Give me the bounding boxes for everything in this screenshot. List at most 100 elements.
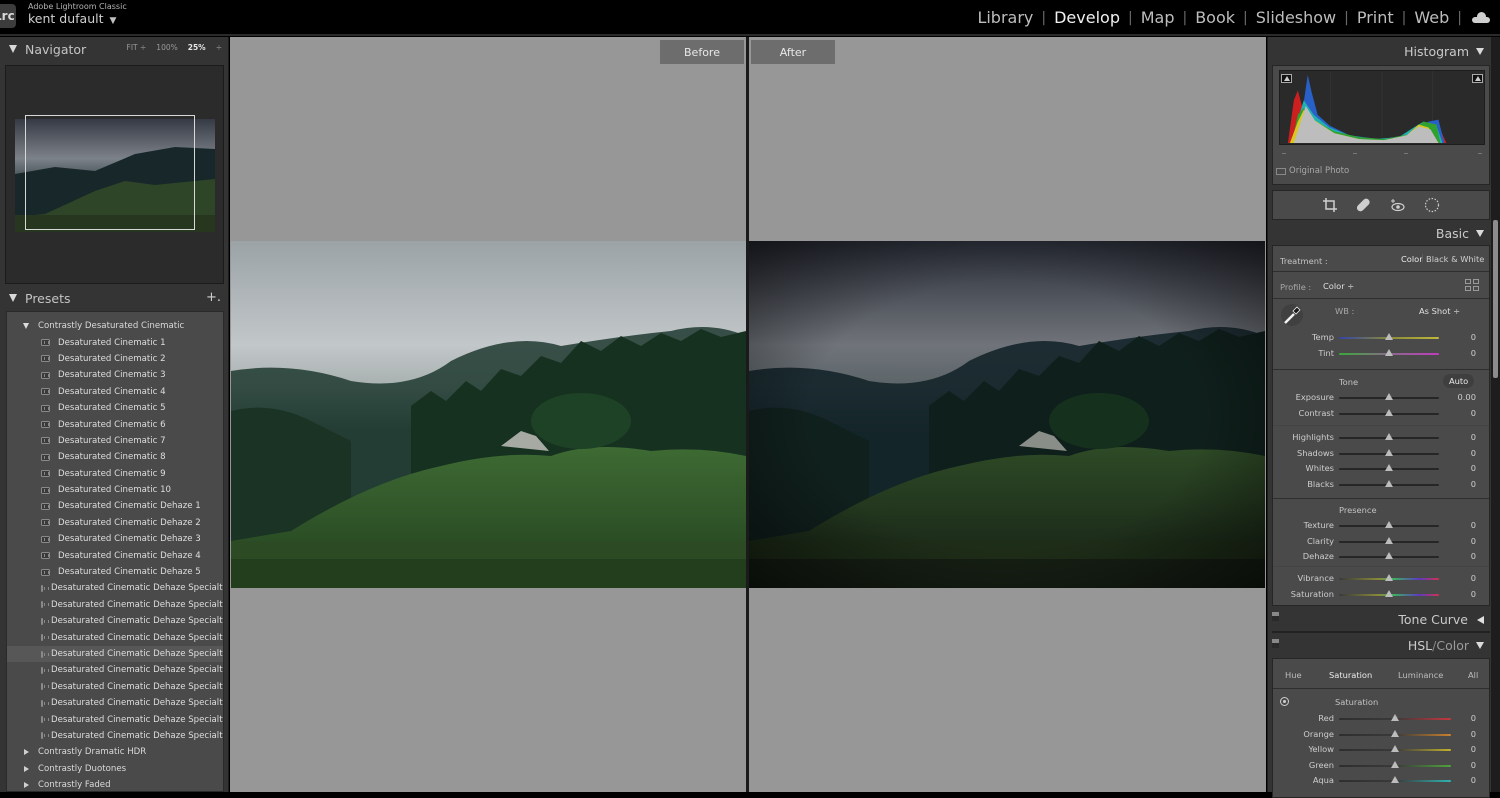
slider-aqua[interactable]: Aqua 0 [1273,774,1489,788]
module-map[interactable]: Map [1141,8,1175,27]
slider-thumb[interactable] [1385,448,1393,456]
slider-thumb[interactable] [1385,333,1393,340]
module-slideshow[interactable]: Slideshow [1256,8,1336,27]
shadow-clipping-toggle[interactable] [1281,74,1292,83]
slider-shadows[interactable]: Shadows 0 [1273,447,1489,461]
slider-thumb[interactable] [1391,760,1399,768]
slider-value[interactable]: 0 [1471,760,1476,770]
hsl-tab-hue[interactable]: Hue [1285,670,1302,680]
profile-browser-icon[interactable] [1465,279,1479,291]
target-adjustment-icon[interactable] [1280,697,1289,706]
highlight-clipping-toggle[interactable] [1472,74,1483,83]
panel-toggle-switch[interactable] [1272,612,1279,621]
slider-value[interactable]: 0 [1471,744,1476,754]
auto-button[interactable]: Auto [1443,374,1475,388]
profile-select[interactable]: Color ÷ [1323,281,1354,291]
collapsed-triangle-icon[interactable] [24,765,29,772]
slider-highlights[interactable]: Highlights 0 [1273,431,1489,445]
slider-value[interactable]: 0.00 [1458,392,1476,402]
preset-group[interactable]: Contrastly Desaturated Cinematic [7,318,223,334]
presets-header[interactable]: Presets +. [0,286,229,310]
slider-tint[interactable]: Tint 0 [1273,347,1489,361]
preset-item[interactable]: Desaturated Cinematic Dehaze 1 [7,498,223,514]
slider-thumb[interactable] [1385,479,1393,487]
slider-value[interactable]: 0 [1471,536,1476,546]
slider-yellow[interactable]: Yellow 0 [1273,743,1489,757]
zoom-more[interactable]: ÷ [216,43,222,52]
hsl-title[interactable]: HSL [1408,638,1432,653]
slider-thumb[interactable] [1385,589,1393,597]
slider-red[interactable]: Red 0 [1273,712,1489,726]
checkbox-icon[interactable] [1276,167,1286,175]
slider-orange[interactable]: Orange 0 [1273,728,1489,742]
slider-exposure[interactable]: Exposure 0.00 [1273,391,1489,405]
preset-group[interactable]: Contrastly Faded [7,777,223,791]
preset-item[interactable]: Desaturated Cinematic Dehaze Specialt... [7,728,223,744]
before-photo[interactable] [231,241,746,588]
collapse-triangle-icon[interactable] [1476,48,1484,55]
preset-item[interactable]: Desaturated Cinematic Dehaze Specialty 9 [7,711,223,727]
slider-value[interactable]: 0 [1471,713,1476,723]
identity-plate[interactable]: kent dufault ▼ [28,11,116,26]
slider-thumb[interactable] [1391,745,1399,752]
wb-select[interactable]: As Shot ÷ [1419,306,1460,316]
preset-item[interactable]: Desaturated Cinematic Dehaze Specialty 6 [7,662,223,678]
hsl-tab-saturation[interactable]: Saturation [1329,670,1372,680]
preset-item[interactable]: Desaturated Cinematic 1 [7,334,223,350]
right-panel-scrollbar[interactable] [1491,37,1500,792]
navigator-header[interactable]: Navigator FIT ÷ 100% 25% ÷ [0,37,228,61]
slider-whites[interactable]: Whites 0 [1273,462,1489,476]
preset-item[interactable]: Desaturated Cinematic Dehaze Specialty 8 [7,695,223,711]
slider-thumb[interactable] [1385,348,1393,356]
preset-item[interactable]: Desaturated Cinematic 9 [7,466,223,482]
module-print[interactable]: Print [1357,8,1394,27]
healing-icon[interactable] [1356,197,1372,213]
preset-item[interactable]: Desaturated Cinematic Dehaze Specialty 3 [7,613,223,629]
preset-item[interactable]: Desaturated Cinematic Dehaze Specialty 5 [7,645,223,663]
module-book[interactable]: Book [1195,8,1235,27]
treatment-color[interactable]: Color [1401,254,1423,264]
preset-item[interactable]: Desaturated Cinematic 7 [7,433,223,449]
slider-blacks[interactable]: Blacks 0 [1273,478,1489,492]
tone-curve-header[interactable]: Tone Curve [1398,612,1484,627]
slider-dehaze[interactable]: Dehaze 0 [1273,550,1489,564]
basic-header[interactable]: Basic [1436,226,1484,241]
slider-value[interactable]: 0 [1471,432,1476,442]
preset-group[interactable]: Contrastly Duotones [7,761,223,777]
slider-value[interactable]: 0 [1471,589,1476,599]
preset-item[interactable]: Desaturated Cinematic 6 [7,416,223,432]
hsl-header[interactable]: HSL / Color [1408,638,1484,653]
slider-value[interactable]: 0 [1471,332,1476,342]
slider-thumb[interactable] [1385,464,1393,471]
preset-item[interactable]: Desaturated Cinematic Dehaze 3 [7,531,223,547]
module-develop[interactable]: Develop [1054,8,1120,27]
preset-item[interactable]: Desaturated Cinematic 4 [7,384,223,400]
slider-value[interactable]: 0 [1471,775,1476,785]
slider-thumb[interactable] [1385,552,1393,559]
preset-group[interactable]: Contrastly Dramatic HDR [7,744,223,760]
preset-item[interactable]: Desaturated Cinematic Dehaze Specialty 2 [7,597,223,613]
slider-temp[interactable]: Temp 0 [1273,331,1489,345]
slider-value[interactable]: 0 [1471,463,1476,473]
collapse-triangle-icon[interactable] [1476,230,1484,237]
treatment-black-white[interactable]: Black & White [1426,254,1484,264]
slider-contrast[interactable]: Contrast 0 [1273,407,1489,421]
panel-toggle-switch[interactable] [1272,639,1279,648]
slider-thumb[interactable] [1391,729,1399,737]
crop-icon[interactable] [1322,197,1338,213]
slider-value[interactable]: 0 [1471,479,1476,489]
expand-triangle-icon[interactable] [1477,615,1484,624]
preset-item[interactable]: Desaturated Cinematic Dehaze 4 [7,547,223,563]
eyedropper-icon[interactable] [1281,304,1303,326]
preset-item[interactable]: Desaturated Cinematic Dehaze Specialty 4 [7,629,223,645]
navigator-view-frame[interactable] [25,115,195,230]
slider-thumb[interactable] [1385,433,1393,440]
masking-icon[interactable] [1424,197,1440,213]
preset-item[interactable]: Desaturated Cinematic 10 [7,482,223,498]
red-eye-icon[interactable] [1390,197,1406,213]
slider-value[interactable]: 0 [1471,729,1476,739]
preset-item[interactable]: Desaturated Cinematic Dehaze Specialty 7 [7,679,223,695]
zoom-25[interactable]: 25% [188,43,206,52]
slider-value[interactable]: 0 [1471,520,1476,530]
module-web[interactable]: Web [1414,8,1449,27]
